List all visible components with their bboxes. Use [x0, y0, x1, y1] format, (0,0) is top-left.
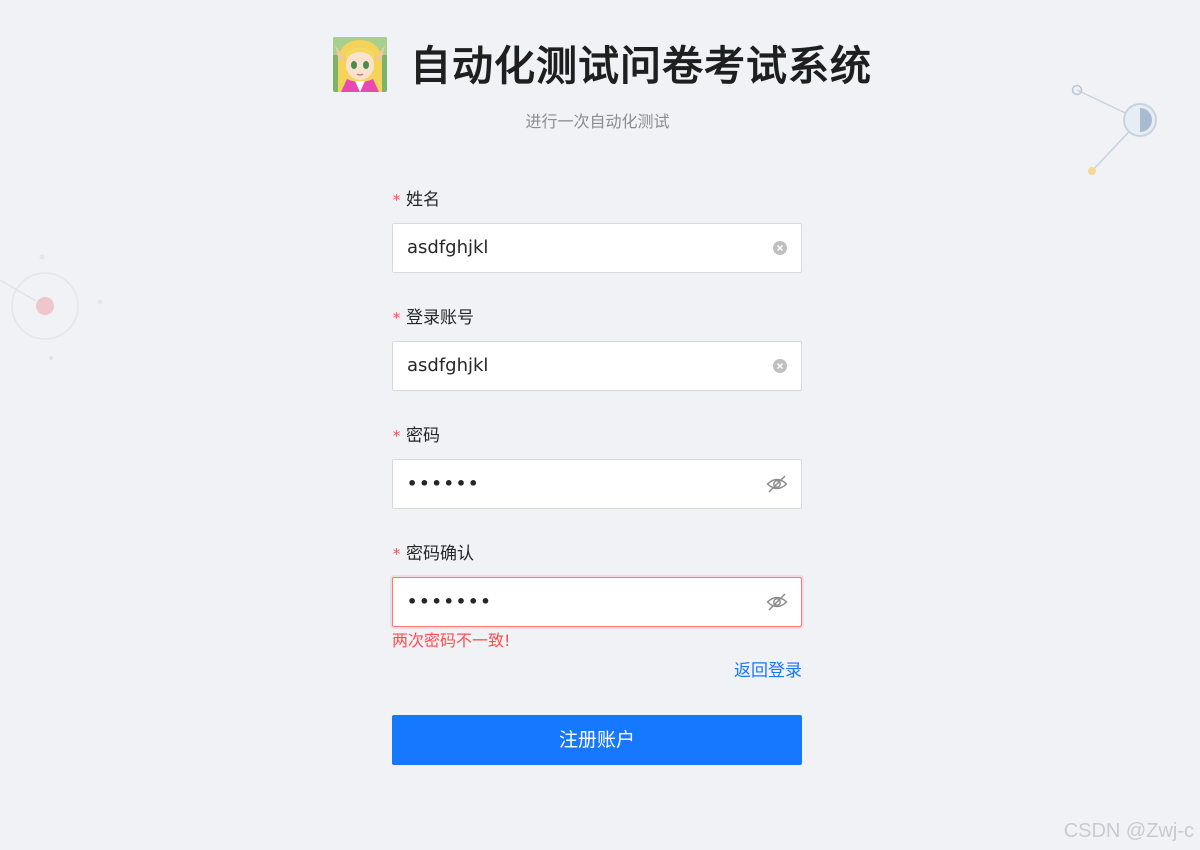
- password-label: * 密码: [392, 422, 440, 450]
- clear-icon[interactable]: [773, 241, 787, 255]
- register-page: 自动化测试问卷考试系统 进行一次自动化测试 * 姓名 asdfghjkl * 登录账…: [0, 0, 1200, 850]
- password-label-text: 密码: [406, 426, 441, 446]
- account-label: * 登录账号: [392, 304, 474, 332]
- required-mark: *: [392, 191, 402, 209]
- password-confirm-label: * 密码确认: [392, 540, 474, 568]
- page-header: 自动化测试问卷考试系统: [0, 36, 1200, 96]
- password-mismatch-error: 两次密码不一致!: [392, 631, 511, 650]
- clear-icon[interactable]: [773, 359, 787, 373]
- account-label-text: 登录账号: [406, 308, 475, 328]
- required-mark: *: [392, 427, 402, 445]
- page-subtitle: 进行一次自动化测试: [525, 112, 670, 131]
- logo-avatar-icon: [333, 37, 387, 92]
- password-input[interactable]: ••••••: [392, 459, 802, 509]
- back-to-login-link[interactable]: 返回登录: [734, 659, 802, 683]
- password-confirm-input-value: •••••••: [407, 592, 493, 611]
- account-input[interactable]: asdfghjkl: [392, 341, 802, 391]
- name-label: * 姓名: [392, 186, 440, 214]
- name-input-value: asdfghjkl: [407, 237, 489, 258]
- password-confirm-label-text: 密码确认: [406, 544, 475, 564]
- register-button[interactable]: 注册账户: [392, 715, 802, 765]
- decorative-circle-graphic: [0, 254, 103, 360]
- app-title: 自动化测试问卷考试系统: [410, 42, 872, 90]
- required-mark: *: [392, 545, 402, 563]
- eye-invisible-icon[interactable]: [766, 474, 788, 494]
- password-confirm-input[interactable]: •••••••: [392, 577, 802, 627]
- account-input-value: asdfghjkl: [407, 355, 489, 376]
- name-label-text: 姓名: [406, 190, 441, 210]
- name-input[interactable]: asdfghjkl: [392, 223, 802, 273]
- eye-invisible-icon[interactable]: [766, 592, 788, 612]
- watermark: CSDN @Zwj-c: [1063, 820, 1194, 842]
- password-input-value: ••••••: [407, 474, 481, 493]
- required-mark: *: [392, 309, 402, 327]
